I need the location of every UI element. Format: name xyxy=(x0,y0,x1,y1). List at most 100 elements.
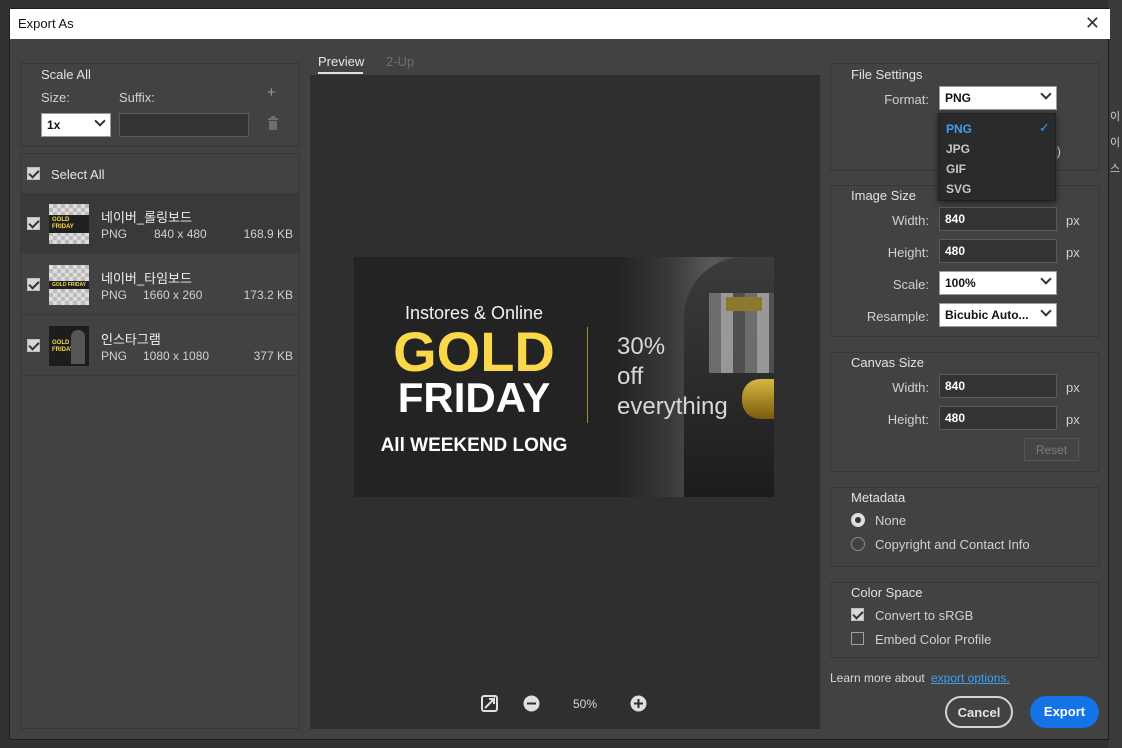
zoom-out-icon[interactable] xyxy=(523,695,540,712)
reset-button[interactable]: Reset xyxy=(1024,438,1079,461)
resample-label: Resample: xyxy=(866,309,929,324)
canvas-width-unit: px xyxy=(1066,380,1080,395)
asset-name: 네이버_타임보드 xyxy=(101,271,192,286)
image-width-unit: px xyxy=(1066,213,1080,228)
asset-name: 인스타그램 xyxy=(101,332,161,347)
canvas-size-panel: Canvas Size Width: 840 px Height: 480 px… xyxy=(830,352,1100,472)
asset-format: PNG xyxy=(101,349,128,363)
format-option-svg[interactable]: SVG xyxy=(946,182,971,196)
asset-row[interactable]: GOLD FRIDAY 네이버_롤링보드 PNG 840 x 480 168.9… xyxy=(21,194,299,254)
banner-offer-line1: 30% xyxy=(617,333,666,360)
size-select[interactable]: 1x xyxy=(41,113,111,137)
trash-icon[interactable] xyxy=(267,116,279,130)
image-height-unit: px xyxy=(1066,245,1080,260)
preview-banner-image: Instores & Online GOLD FRIDAY All WEEKEN… xyxy=(354,257,774,497)
background-strip-text: 스 xyxy=(1109,163,1121,175)
asset-dimensions: 1660 x 260 xyxy=(143,288,203,302)
thumb-text: GOLD FRIDAY xyxy=(52,217,74,230)
thumb-portrait xyxy=(71,330,85,364)
format-dropdown-menu: PNG ✓ JPG GIF SVG xyxy=(938,113,1056,201)
export-button[interactable]: Export xyxy=(1030,696,1099,728)
format-select[interactable]: PNG xyxy=(939,86,1057,110)
scale-all-panel: Scale All Size: Suffix: + 1x xyxy=(20,63,300,147)
thumb-banner: GOLD FRIDAY xyxy=(49,215,89,233)
image-width-label: Width: xyxy=(892,213,929,228)
asset-format: PNG xyxy=(101,288,128,302)
asset-thumbnail: GOLD FRIDAY xyxy=(49,265,89,305)
asset-filesize: 377 KB xyxy=(253,349,293,363)
asset-row[interactable]: GOLD FRIDAY 인스타그램 PNG 1080 x 1080 377 KB xyxy=(21,316,299,376)
embed-profile-checkbox[interactable] xyxy=(851,632,864,645)
canvas-width-input[interactable]: 840 xyxy=(939,374,1057,398)
metadata-copyright-label: Copyright and Contact Info xyxy=(875,537,1030,552)
tab-preview[interactable]: Preview xyxy=(318,54,364,69)
scale-label: Scale: xyxy=(892,277,929,292)
format-option-jpg[interactable]: JPG xyxy=(946,142,970,156)
thumb-banner: GOLD FRIDAY xyxy=(49,281,89,289)
cancel-button[interactable]: Cancel xyxy=(945,696,1013,728)
format-option-gif[interactable]: GIF xyxy=(946,162,966,176)
thumb-text: GOLD FRIDAY xyxy=(52,282,86,288)
asset-dimensions: 1080 x 1080 xyxy=(143,349,210,363)
format-select-value: PNG xyxy=(945,91,972,105)
banner-offer-line3: everything xyxy=(617,393,728,420)
metadata-copyright-radio[interactable] xyxy=(851,537,865,551)
asset-dimensions: 840 x 480 xyxy=(154,227,207,241)
chevron-down-icon xyxy=(1040,305,1052,317)
metadata-none-radio[interactable] xyxy=(851,513,865,527)
image-size-title: Image Size xyxy=(851,188,917,203)
tab-2up[interactable]: 2-Up xyxy=(386,54,414,69)
export-options-link[interactable]: export options. xyxy=(931,671,1010,685)
image-height-input[interactable]: 480 xyxy=(939,239,1057,263)
fit-view-icon[interactable] xyxy=(481,695,498,712)
zoom-in-icon[interactable] xyxy=(630,695,647,712)
add-scale-icon[interactable]: + xyxy=(267,84,276,101)
asset-row[interactable]: GOLD FRIDAY 네이버_타임보드 PNG 1660 x 260 173.… xyxy=(21,255,299,315)
asset-filesize: 173.2 KB xyxy=(243,288,293,302)
convert-srgb-checkbox[interactable] xyxy=(851,608,864,621)
resample-select[interactable]: Bicubic Auto... xyxy=(939,303,1057,327)
resample-select-value: Bicubic Auto... xyxy=(945,308,1029,322)
canvas-height-label: Height: xyxy=(887,412,929,427)
asset-filesize: 168.9 KB xyxy=(243,227,293,241)
image-width-input[interactable]: 840 xyxy=(939,207,1057,231)
close-icon[interactable]: ✕ xyxy=(1085,13,1100,34)
background-strip-text: 이 xyxy=(1109,111,1121,123)
chevron-down-icon xyxy=(1040,273,1052,285)
dialog-title: Export As xyxy=(18,16,74,31)
canvas-width-label: Width: xyxy=(892,380,929,395)
scale-select[interactable]: 100% xyxy=(939,271,1057,295)
canvas-size-title: Canvas Size xyxy=(851,355,924,370)
learn-more-text: Learn more about xyxy=(830,671,925,685)
image-height-label: Height: xyxy=(887,245,929,260)
size-label: Size: xyxy=(41,90,70,105)
format-option-png[interactable]: PNG xyxy=(946,122,972,136)
file-settings-title: File Settings xyxy=(851,67,923,82)
zoom-level: 50% xyxy=(573,697,598,711)
banner-offer-line2: off xyxy=(617,363,644,390)
scale-all-title: Scale All xyxy=(41,67,91,82)
select-all-checkbox[interactable] xyxy=(27,167,40,180)
color-space-panel: Color Space Convert to sRGB Embed Color … xyxy=(830,582,1100,658)
metadata-panel: Metadata None Copyright and Contact Info xyxy=(830,487,1100,567)
canvas-height-input[interactable]: 480 xyxy=(939,406,1057,430)
banner-weekend: All WEEKEND LONG xyxy=(380,435,568,456)
embed-profile-label: Embed Color Profile xyxy=(875,632,992,647)
background-strip-text: 이 xyxy=(1109,137,1121,149)
asset-thumbnail: GOLD FRIDAY xyxy=(49,204,89,244)
banner-mosaic-gold xyxy=(726,297,762,311)
select-all-row[interactable]: Select All xyxy=(21,154,299,194)
metadata-none-label: None xyxy=(875,513,907,528)
asset-thumbnail: GOLD FRIDAY xyxy=(49,326,89,366)
image-size-panel: Image Size Width: 840 px Height: 480 px … xyxy=(830,185,1100,337)
dialog-titlebar: Export As ✕ xyxy=(10,9,1110,39)
asset-checkbox[interactable] xyxy=(27,339,40,352)
thumb-text: GOLD FRIDAY xyxy=(52,340,74,353)
asset-checkbox[interactable] xyxy=(27,217,40,230)
format-label: Format: xyxy=(884,92,929,107)
suffix-input[interactable] xyxy=(119,113,249,137)
background-app-strip: 이 이 스 xyxy=(1108,0,1122,748)
active-tab-indicator xyxy=(318,72,363,74)
asset-list-panel: Select All GOLD FRIDAY 네이버_롤링보드 PNG 840 … xyxy=(20,153,300,729)
asset-checkbox[interactable] xyxy=(27,278,40,291)
